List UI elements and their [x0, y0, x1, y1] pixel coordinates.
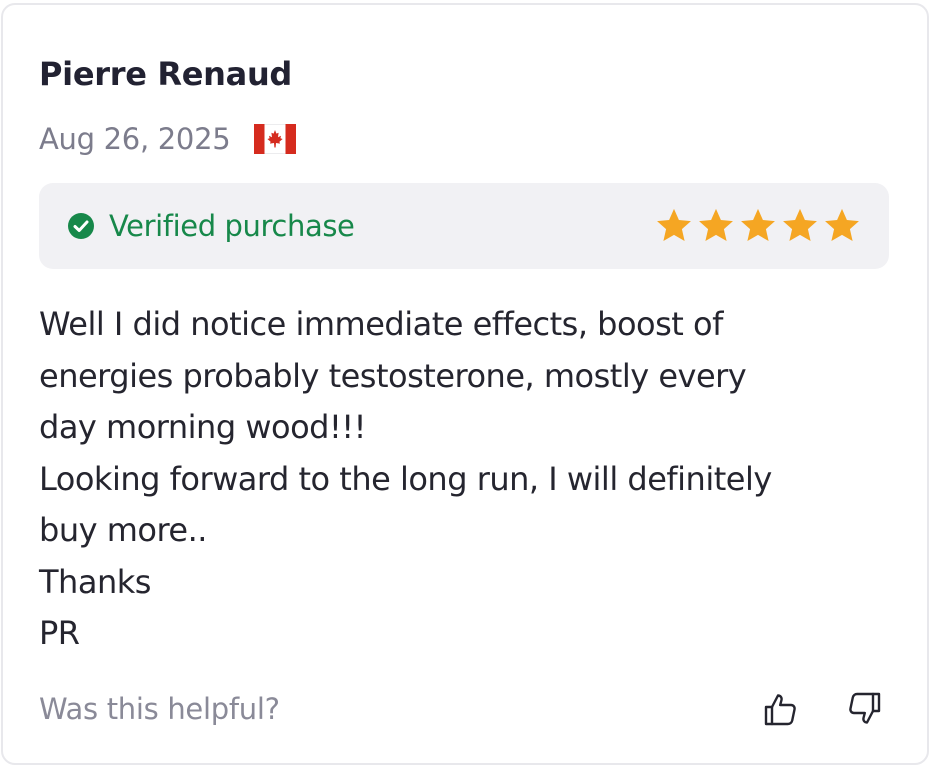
reviewer-name: Pierre Renaud	[39, 55, 293, 93]
helpful-row: Was this helpful?	[39, 687, 889, 731]
review-text-line: energies probably testosterone, mostly e…	[39, 356, 747, 395]
verified-label: Verified purchase	[109, 209, 355, 243]
star-icon	[699, 208, 733, 242]
star-icon	[825, 208, 859, 242]
star-icon	[657, 208, 691, 242]
thumbs-up-button[interactable]	[761, 689, 801, 729]
star-icon	[783, 208, 817, 242]
verified-badge: Verified purchase	[67, 183, 355, 269]
review-text-line: buy more..	[39, 511, 207, 549]
review-text-line: PR	[39, 614, 80, 652]
helpful-question: Was this helpful?	[39, 692, 280, 726]
star-rating	[655, 183, 861, 269]
canada-flag-icon	[254, 124, 297, 154]
review-text: Well I did notice immediate effects, boo…	[39, 299, 899, 660]
review-text-line: Thanks	[39, 562, 151, 601]
check-circle-icon	[68, 213, 94, 239]
review-text-line: day morning wood!!!	[39, 408, 366, 446]
star-icon	[741, 208, 775, 242]
review-text-line: Looking forward to the long run, I will …	[39, 459, 772, 498]
review-text-line: Well I did notice immediate effects, boo…	[39, 305, 723, 343]
thumbs-down-icon	[849, 692, 881, 724]
thumbs-down-button[interactable]	[844, 689, 884, 729]
review-date: Aug 26, 2025	[39, 122, 231, 156]
verification-bar: Verified purchase	[39, 183, 889, 269]
review-card: Pierre Renaud Aug 26, 2025 Verified purc…	[1, 3, 929, 765]
review-meta: Aug 26, 2025	[39, 119, 297, 159]
thumbs-up-icon	[764, 694, 796, 726]
